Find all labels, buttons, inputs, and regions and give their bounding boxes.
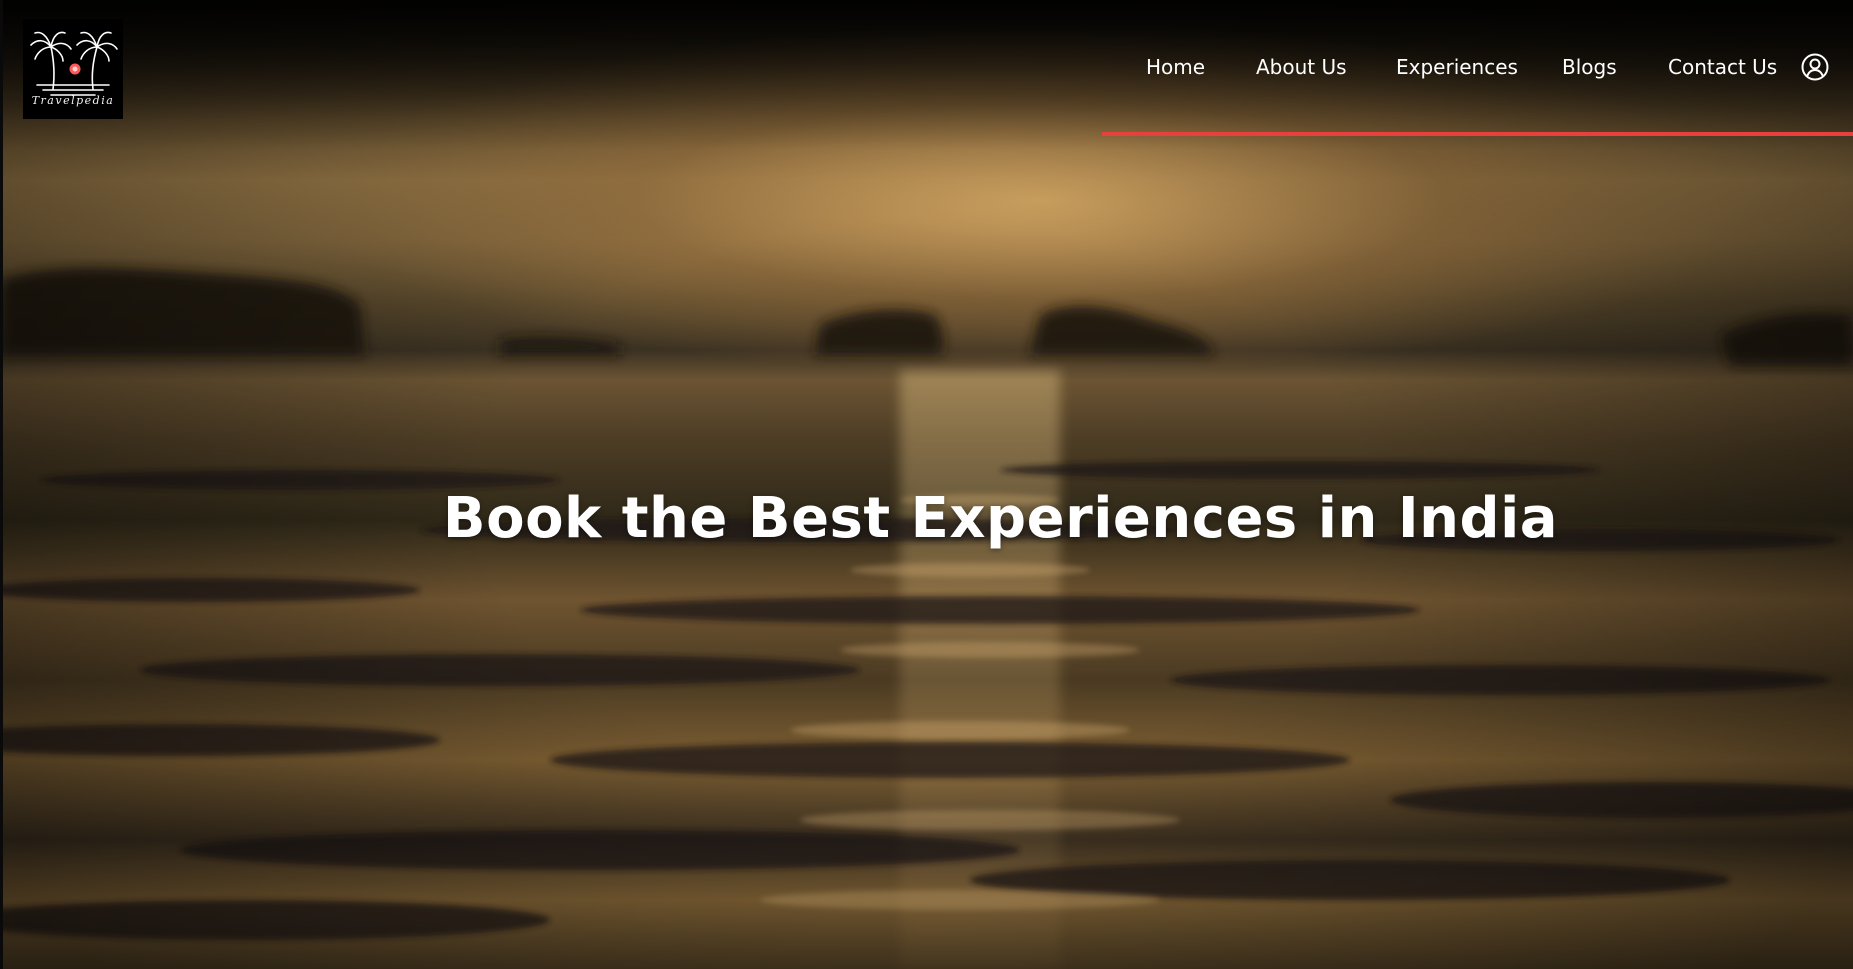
hero-title-text: Book the Best Experiences in India <box>442 485 1559 551</box>
nav-link-blogs[interactable]: Blogs <box>1562 52 1617 82</box>
nav-link-experiences[interactable]: Experiences <box>1396 52 1518 82</box>
left-edge <box>0 0 3 969</box>
nav-link-home[interactable]: Home <box>1146 52 1205 82</box>
nav-link-about-us[interactable]: About Us <box>1256 52 1347 82</box>
nav-link-contact-us[interactable]: Contact Us <box>1668 52 1777 82</box>
logo-wordmark: Travelpedia <box>31 94 115 107</box>
main-navigation: Home About Us Experiences Blogs Contact … <box>0 52 1853 82</box>
user-circle-icon[interactable] <box>1800 52 1830 82</box>
page: Travelpedia Home About Us Experiences Bl… <box>0 0 1853 969</box>
hero-title: Book the Best Experiences in India <box>0 486 1853 551</box>
nav-accent-underline <box>1102 132 1853 136</box>
